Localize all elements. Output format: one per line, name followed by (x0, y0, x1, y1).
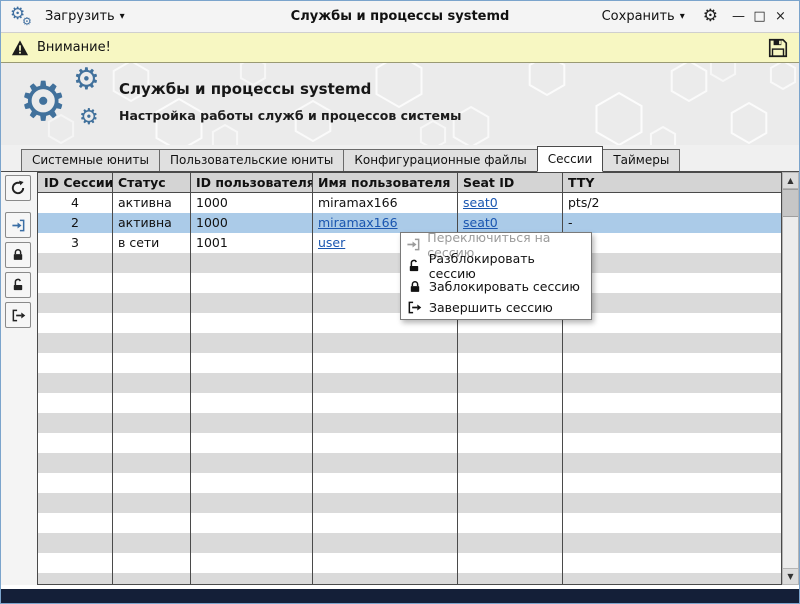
cell-user-id: 1000 (196, 215, 228, 230)
column-divider (190, 173, 191, 584)
tab-timers[interactable]: Таймеры (602, 149, 681, 171)
tab-user-units[interactable]: Пользовательские юниты (158, 149, 345, 171)
switch-session-icon (406, 237, 421, 252)
user-link[interactable]: miramax166 (318, 215, 398, 230)
save-report-icon[interactable] (767, 37, 789, 59)
load-button-label: Загрузить (45, 9, 115, 24)
gear-icon-small: ⚙ (22, 14, 32, 28)
tab-bar: Системные юниты Пользовательские юниты К… (1, 145, 799, 172)
page-title: Службы и процессы systemd (119, 80, 372, 98)
titlebar: Службы и процессы systemd ⚙ ⚙ Загрузить … (1, 1, 799, 33)
session-toolbar (1, 172, 37, 585)
gear-icon-small: ⚙ (79, 105, 99, 130)
page-subtitle: Настройка работы служб и процессов систе… (119, 108, 462, 123)
cell-user-name: miramax166 (318, 195, 398, 210)
maximize-button[interactable]: □ (749, 9, 770, 24)
switch-session-icon (11, 219, 24, 231)
table-row-selected[interactable]: 2 активна 1000 miramax166 seat0 - (38, 213, 781, 233)
column-header-tty[interactable]: TTY (562, 173, 781, 192)
minimize-button[interactable]: — (728, 9, 749, 24)
chevron-down-icon: ▾ (119, 10, 125, 22)
save-button-label: Сохранить (601, 9, 675, 24)
settings-gear-icon[interactable]: ⚙ (703, 8, 718, 25)
warning-bar: Внимание! (1, 33, 799, 63)
refresh-icon (11, 180, 25, 195)
menu-item-unlock-session[interactable]: Разблокировать сессию (402, 251, 590, 281)
terminate-icon (12, 309, 25, 321)
column-header-user-name[interactable]: Имя пользователя (312, 173, 457, 192)
table-row[interactable]: 4 активна 1000 miramax166 seat0 pts/2 (38, 193, 781, 213)
tab-sessions[interactable]: Сессии (536, 146, 604, 172)
column-header-user-id[interactable]: ID пользователя (190, 173, 312, 192)
column-divider (312, 173, 313, 584)
cell-tty (562, 233, 781, 253)
lock-icon (406, 280, 423, 294)
seat-link[interactable]: seat0 (463, 195, 498, 210)
page-header: ⚙ ⚙ ⚙ Службы и процессы systemd Настройк… (1, 63, 799, 145)
cell-session-id: 2 (71, 215, 79, 230)
chevron-down-icon: ▾ (679, 10, 685, 22)
unlock-session-button[interactable] (5, 272, 31, 298)
cell-session-id: 4 (71, 195, 79, 210)
menu-item-lock-session[interactable]: Заблокировать сессию (402, 276, 590, 297)
cell-tty: - (568, 215, 573, 230)
cell-seat-id: seat0 (457, 193, 562, 213)
cell-user-id: 1000 (196, 195, 228, 210)
column-header-status[interactable]: Статус (112, 173, 190, 192)
unlock-icon (13, 278, 23, 291)
gear-icon-medium: ⚙ (73, 63, 100, 97)
lock-session-button[interactable] (5, 242, 31, 268)
scroll-down-button[interactable]: ▼ (783, 568, 798, 584)
warning-text: Внимание! (37, 40, 111, 55)
unlock-icon (406, 259, 423, 273)
sessions-panel: ID Сессии Статус ID пользователя Имя пол… (1, 172, 799, 589)
load-button[interactable]: Загрузить ▾ (39, 5, 131, 28)
column-divider (112, 173, 113, 584)
scroll-up-button[interactable]: ▲ (783, 173, 798, 189)
session-context-menu: Переключиться на сессию Разблокировать с… (400, 230, 592, 320)
close-button[interactable]: × (770, 9, 791, 24)
seat-link[interactable]: seat0 (463, 215, 498, 230)
cell-user-id: 1001 (196, 235, 228, 250)
cell-status: активна (118, 215, 172, 230)
warning-triangle-icon (11, 39, 29, 55)
user-link[interactable]: user (318, 235, 345, 250)
systemd-gears-icon: ⚙ ⚙ ⚙ (19, 65, 123, 143)
bottom-bar (1, 589, 799, 603)
menu-item-label: Заблокировать сессию (429, 279, 580, 294)
menu-item-label: Завершить сессию (429, 300, 553, 315)
sessions-table: ID Сессии Статус ID пользователя Имя пол… (37, 172, 782, 585)
app-gears-icon: ⚙ ⚙ (9, 5, 35, 29)
menu-item-label: Разблокировать сессию (428, 250, 535, 281)
gear-icon-large: ⚙ (19, 70, 68, 133)
cell-status: в сети (118, 235, 160, 250)
switch-session-button[interactable] (5, 212, 31, 238)
save-button[interactable]: Сохранить ▾ (596, 5, 691, 28)
column-header-session-id[interactable]: ID Сессии (38, 173, 112, 192)
cell-tty: pts/2 (568, 195, 600, 210)
cell-session-id: 3 (71, 235, 79, 250)
cell-status: активна (118, 195, 172, 210)
lock-icon (13, 249, 23, 260)
app-window: Службы и процессы systemd ⚙ ⚙ Загрузить … (0, 0, 800, 604)
table-header: ID Сессии Статус ID пользователя Имя пол… (38, 173, 781, 193)
terminate-icon (406, 300, 423, 315)
refresh-button[interactable] (5, 175, 31, 201)
terminate-session-button[interactable] (5, 302, 31, 328)
vertical-scrollbar[interactable]: ▲ ▼ (782, 172, 799, 585)
tab-config-files[interactable]: Конфигурационные файлы (343, 149, 538, 171)
scrollbar-thumb[interactable] (783, 189, 798, 217)
menu-item-terminate-session[interactable]: Завершить сессию (402, 297, 590, 318)
tab-system-units[interactable]: Системные юниты (21, 149, 160, 171)
column-header-seat-id[interactable]: Seat ID (457, 173, 562, 192)
